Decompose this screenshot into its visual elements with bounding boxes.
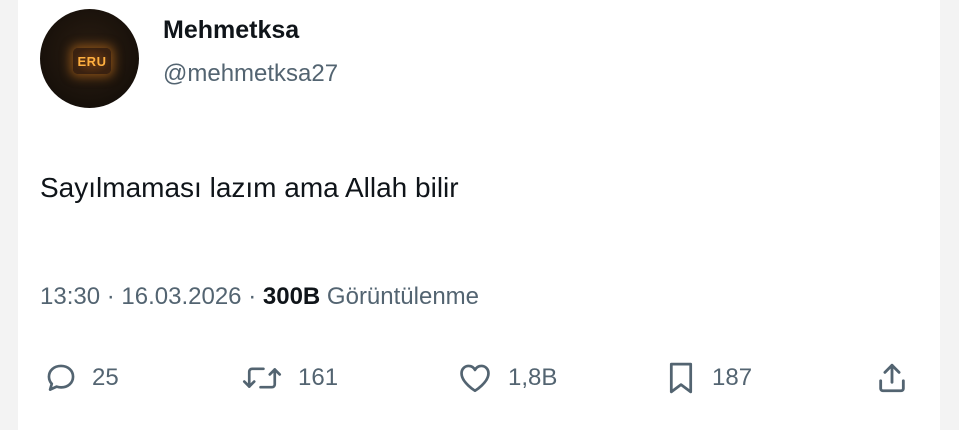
retweet-count: 161	[298, 364, 339, 391]
author-display-name[interactable]: Mehmetksa	[163, 16, 299, 45]
tweet-meta: 13:30 · 16.03.2026 · 300B Görüntülenme	[40, 283, 479, 311]
bookmark-button[interactable]: 187	[664, 357, 752, 399]
tweet-card: ERU Mehmetksa @mehmetksa27 Sayılmaması l…	[18, 0, 940, 430]
like-count: 1,8B	[508, 364, 558, 391]
retweet-button[interactable]: 161	[240, 357, 338, 399]
views-label: Görüntülenme	[326, 283, 480, 310]
tweet-date[interactable]: 16.03.2026	[121, 283, 241, 310]
retweet-icon	[242, 367, 282, 389]
meta-separator: ·	[248, 283, 257, 310]
reply-button[interactable]: 25	[44, 357, 119, 399]
avatar[interactable]: ERU	[40, 9, 139, 108]
bookmark-count: 187	[712, 364, 753, 391]
share-icon	[879, 363, 905, 393]
tweet-text: Sayılmaması lazım ama Allah bilir	[40, 172, 459, 203]
meta-separator: ·	[106, 283, 115, 310]
avatar-logo-text: ERU	[77, 53, 107, 69]
bookmark-icon	[669, 362, 693, 394]
eru-logo: ERU	[73, 48, 111, 74]
views-count: 300B	[262, 283, 321, 310]
action-bar: 25 161 1,8B 187	[18, 357, 940, 399]
author-handle[interactable]: @mehmetksa27	[163, 60, 338, 88]
reply-icon	[47, 364, 75, 391]
share-button[interactable]	[875, 357, 909, 399]
reply-count: 25	[92, 364, 119, 391]
like-button[interactable]: 1,8B	[456, 357, 557, 399]
tweet-time[interactable]: 13:30	[40, 283, 100, 310]
heart-icon	[460, 364, 490, 393]
